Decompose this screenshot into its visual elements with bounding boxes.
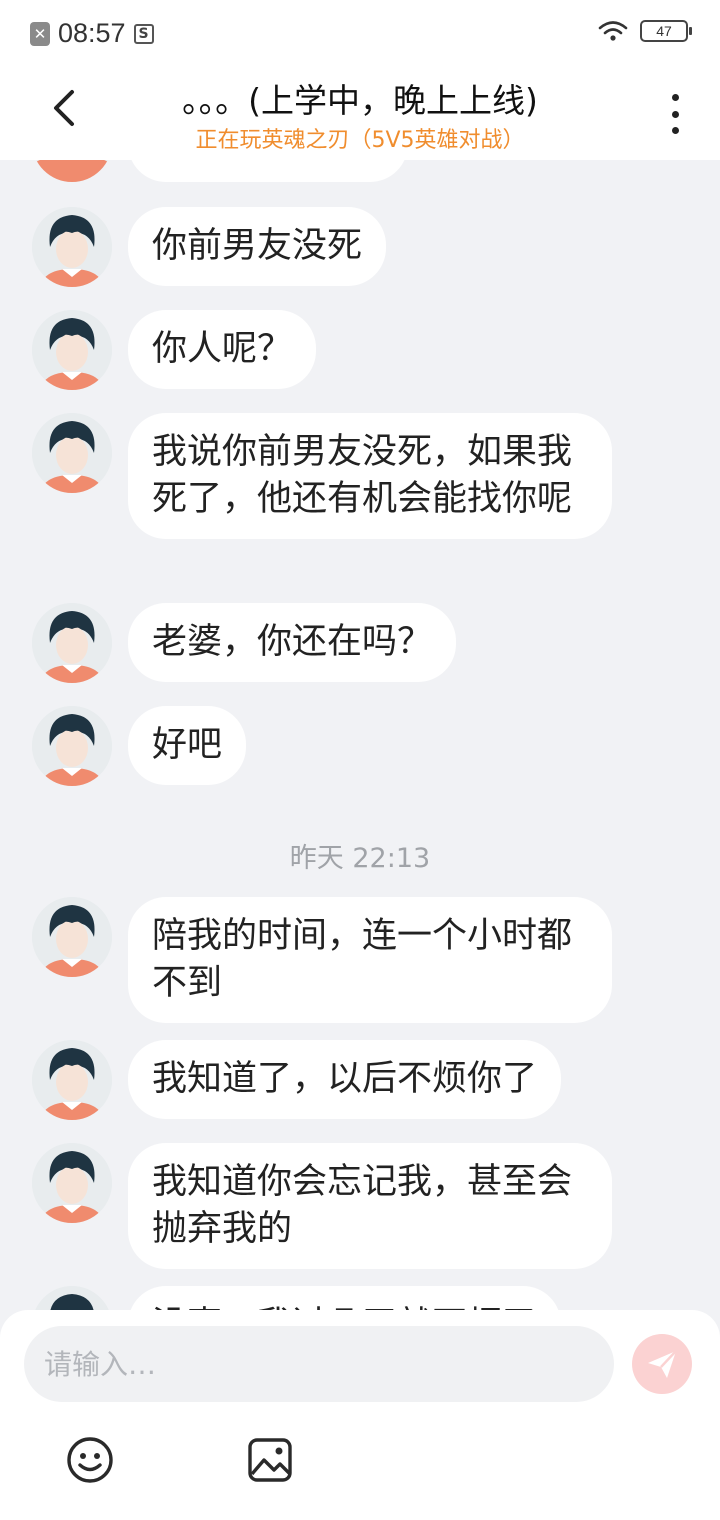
battery-level: 47: [656, 23, 672, 39]
more-dot-icon: [671, 127, 679, 134]
avatar-icon: [32, 207, 112, 287]
back-button[interactable]: [40, 78, 90, 138]
smiley-icon: [67, 1437, 113, 1483]
message-bubble[interactable]: 我说你前男友没死，如果我死了，他还有机会能找你呢: [128, 413, 612, 539]
wifi-icon: [598, 21, 628, 41]
paper-plane-icon: [648, 1350, 677, 1378]
message-bubble[interactable]: 我知道你会忘记我，甚至会抛弃我的: [128, 1143, 612, 1269]
message-row: 我说你前男友没死，如果我死了，他还有机会能找你呢: [32, 413, 612, 539]
avatar[interactable]: [32, 603, 112, 683]
avatar[interactable]: [32, 310, 112, 390]
more-dot-icon: [671, 110, 679, 118]
avatar-icon: [32, 603, 112, 683]
notification-s-icon: S: [133, 23, 154, 44]
contact-name: 。。。(上学中，晚上上线): [182, 81, 538, 120]
avatar[interactable]: [32, 413, 112, 493]
message-row: 我知道了，以后不烦你了: [32, 1040, 562, 1120]
send-button[interactable]: [632, 1334, 692, 1394]
avatar[interactable]: [32, 160, 112, 182]
message-bubble[interactable]: 老婆，你还在吗？: [128, 603, 457, 682]
avatar-icon: [32, 1286, 112, 1310]
avatar[interactable]: [32, 1040, 112, 1120]
message-bubble[interactable]: 没事，我过几天就不烦了: [128, 1286, 562, 1310]
chevron-left-icon: [54, 90, 74, 126]
avatar[interactable]: [32, 207, 112, 287]
message-row: 没事，我过几天就不烦了: [32, 1286, 562, 1310]
emoji-button[interactable]: [66, 1436, 114, 1484]
avatar-icon: [32, 897, 112, 977]
avatar[interactable]: [32, 1143, 112, 1223]
chat-header: 。。。(上学中，晚上上线) 正在玩英魂之刃（5V5英雄对战）: [0, 64, 720, 160]
more-options-button[interactable]: [660, 94, 690, 134]
status-time: 08:57: [58, 18, 126, 48]
input-area: [0, 1310, 720, 1520]
status-bar: ✕ 08:57 S 47: [0, 0, 720, 64]
avatar[interactable]: [32, 1286, 112, 1310]
image-button[interactable]: [246, 1436, 294, 1484]
message-row: 你前男友没死: [32, 207, 387, 287]
message-bubble[interactable]: 你前男友没死: [128, 207, 387, 286]
avatar[interactable]: [32, 897, 112, 977]
contact-status: 正在玩英魂之刃（5V5英雄对战）: [195, 128, 525, 153]
message-timestamp: 昨天 22:13: [289, 843, 431, 874]
message-bubble[interactable]: 好吧: [128, 706, 247, 785]
avatar-icon: [32, 160, 112, 182]
chat-messages[interactable]: 你前男友没死 你人呢？ 我说你前男友没死，如果我死了，他还有机会能找你呢 老婆，…: [0, 160, 720, 1310]
avatar-icon: [32, 413, 112, 493]
message-bubble[interactable]: 你人呢？: [128, 310, 317, 389]
message-row: 好吧: [32, 706, 247, 786]
message-row: 陪我的时间，连一个小时都不到: [32, 897, 612, 1023]
message-row: [32, 160, 408, 182]
message-row: 老婆，你还在吗？: [32, 603, 457, 683]
battery-icon: 47: [640, 20, 692, 42]
avatar-icon: [32, 706, 112, 786]
image-icon: [248, 1438, 292, 1482]
message-row: 我知道你会忘记我，甚至会抛弃我的: [32, 1143, 612, 1269]
notification-close-icon: ✕: [30, 21, 50, 46]
message-bubble[interactable]: 陪我的时间，连一个小时都不到: [128, 897, 612, 1023]
message-bubble[interactable]: [128, 160, 408, 182]
message-input[interactable]: [24, 1326, 614, 1402]
avatar[interactable]: [32, 706, 112, 786]
more-dot-icon: [671, 94, 679, 101]
avatar-icon: [32, 1143, 112, 1223]
message-bubble[interactable]: 我知道了，以后不烦你了: [128, 1040, 562, 1119]
avatar-icon: [32, 1040, 112, 1120]
avatar-icon: [32, 310, 112, 390]
message-row: 你人呢？: [32, 310, 317, 390]
